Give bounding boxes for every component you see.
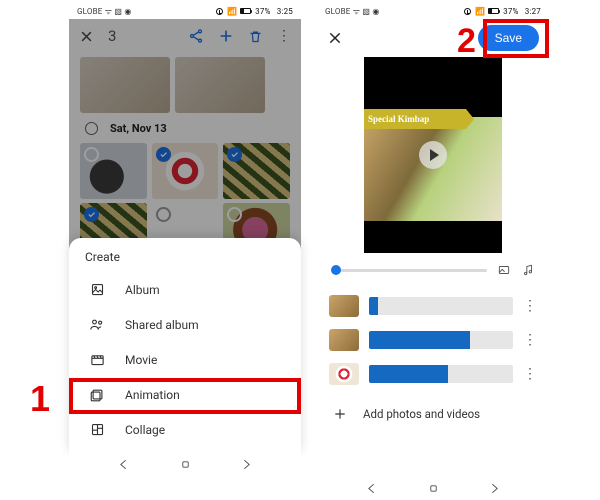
trash-icon[interactable] [248,29,263,44]
select-day-ring[interactable] [85,122,98,135]
photo-thumb[interactable] [80,143,147,199]
battery-icon [488,8,499,14]
screenshot-left: GLOBE ᯤ ▧ ◉ 📶37% 3:25 3 ⋮ [69,3,301,500]
nav-back-icon[interactable] [365,480,378,499]
selection-toolbar: 3 ⋮ [69,19,301,53]
menu-item-label: Animation [125,388,180,402]
menu-item-label: Movie [125,353,157,367]
date-header-row[interactable]: Sat, Nov 13 [73,113,297,139]
clip-list: ⋮ ⋮ ⋮ [317,283,549,391]
unchecked-ring [156,207,171,222]
clip-row[interactable]: ⋮ [329,357,537,391]
system-nav-bar [69,453,301,477]
clip-row[interactable]: ⋮ [329,289,537,323]
create-bottom-sheet: Create Album Shared album Movie Animatio… [69,238,301,453]
sheet-title: Create [85,250,289,264]
menu-item-label: Album [125,283,160,297]
share-icon[interactable] [188,28,204,44]
add-photos-label: Add photos and videos [363,407,480,421]
menu-item-label: Shared album [125,318,199,332]
animation-icon [89,387,105,402]
alarm-icon [464,8,471,15]
check-icon [156,147,171,162]
movie-icon [89,352,105,367]
preview-frame [364,117,502,221]
scrubber-track[interactable] [331,269,487,272]
preview-caption: Special Kimbap [364,109,466,129]
photo-thumb[interactable] [270,57,290,113]
check-icon [84,207,99,222]
clip-thumb[interactable] [329,329,359,351]
clip-thumb[interactable] [329,363,359,385]
check-icon [227,147,242,162]
clip-duration-bar[interactable] [369,297,513,315]
overflow-icon[interactable]: ⋮ [277,28,291,44]
selection-count: 3 [108,27,174,45]
unchecked-ring [84,147,99,162]
clip-row[interactable]: ⋮ [329,323,537,357]
menu-item-shared-album[interactable]: Shared album [85,307,289,342]
shared-album-icon [89,317,105,332]
date-header-text: Sat, Nov 13 [110,122,167,135]
unchecked-ring [227,207,242,222]
menu-item-animation[interactable]: Animation [85,377,289,412]
nav-back-icon[interactable] [117,456,130,475]
editor-toolbar: Save [317,19,549,57]
video-preview[interactable]: Special Kimbap [364,57,502,253]
callout-number-2: 2 [457,22,476,61]
menu-item-movie[interactable]: Movie [85,342,289,377]
system-nav-bar [317,477,549,500]
nav-home-icon[interactable] [179,456,192,475]
plus-icon [333,407,347,421]
nav-home-icon[interactable] [427,480,440,499]
clip-duration-bar[interactable] [369,365,513,383]
music-icon[interactable] [521,263,535,277]
collage-icon [89,422,105,437]
battery-icon [240,8,251,14]
photo-thumb[interactable] [175,57,265,113]
nav-recents-icon[interactable] [488,480,501,499]
photo-thumb[interactable] [223,143,290,199]
close-icon[interactable] [327,30,343,46]
menu-item-collage[interactable]: Collage [85,412,289,447]
nav-recents-icon[interactable] [240,456,253,475]
photo-thumb[interactable] [80,57,170,113]
scrubber-knob[interactable] [331,265,341,275]
clip-duration-bar[interactable] [369,331,513,349]
status-bar: GLOBE ᯤ ▧ ◉ 📶37% 3:27 [317,3,549,19]
add-photos-row[interactable]: Add photos and videos [317,391,549,421]
clip-thumb[interactable] [329,295,359,317]
status-bar: GLOBE ᯤ ▧ ◉ 📶37% 3:25 [69,3,301,19]
play-icon[interactable] [419,141,447,169]
close-icon[interactable] [79,29,94,44]
callout-number-1: 1 [30,378,50,420]
timeline-scrubber[interactable] [317,253,549,283]
menu-item-label: Collage [125,423,165,437]
alarm-icon [216,8,223,15]
add-icon[interactable] [218,28,234,44]
menu-item-album[interactable]: Album [85,272,289,307]
photo-thumb[interactable] [152,143,219,199]
screenshot-right: GLOBE ᯤ ▧ ◉ 📶37% 3:27 Save Special Kimba… [317,3,549,500]
save-button[interactable]: Save [478,25,539,51]
album-icon [89,282,105,297]
aspect-icon[interactable] [497,263,511,277]
